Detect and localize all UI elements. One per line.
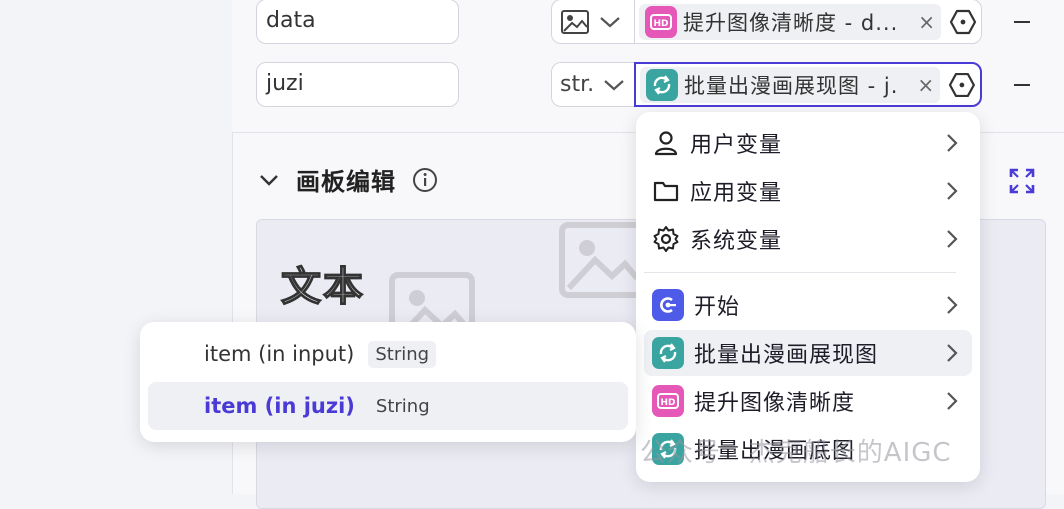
variable-picker-icon[interactable] <box>948 71 976 99</box>
variable-reference[interactable]: HD 提升图像清晰度 - d... × <box>634 0 982 44</box>
submenu-item-label: item (in juzi) <box>204 394 355 418</box>
section-header: 画板编辑 <box>258 162 438 197</box>
menu-item-start[interactable]: 开始 <box>644 282 972 328</box>
menu-item-user-variables[interactable]: 用户变量 <box>644 120 972 166</box>
chevron-down-icon <box>604 79 624 90</box>
chevron-right-icon <box>947 392 958 410</box>
variable-menu: 用户变量 应用变量 系统变量 开始 批量出漫画展现图 HD 提升图像清晰度 批量… <box>636 112 980 482</box>
type-badge: String <box>368 340 437 368</box>
type-badge: String <box>368 392 437 420</box>
menu-item-enhance-image[interactable]: HD 提升图像清晰度 <box>644 378 972 424</box>
reference-text: 提升图像清晰度 - d... <box>683 10 899 35</box>
chevron-right-icon <box>947 182 958 200</box>
menu-divider <box>644 272 956 273</box>
chevron-right-icon <box>947 296 958 314</box>
type-select[interactable] <box>551 0 635 44</box>
chevron-down-icon <box>600 16 620 27</box>
image-icon <box>561 9 589 34</box>
type-select[interactable]: str. <box>551 62 635 107</box>
variable-picker-icon[interactable] <box>949 8 977 36</box>
section-title: 画板编辑 <box>296 168 396 196</box>
watermark: 公众号 · 杰克船长的AIGC <box>640 438 952 468</box>
menu-item-label: 系统变量 <box>690 229 783 254</box>
chevron-right-icon <box>947 344 958 362</box>
user-icon <box>654 131 678 156</box>
canvas-text-element[interactable]: 文本 <box>280 254 365 312</box>
menu-item-label: 开始 <box>694 295 741 320</box>
reference-chip: 批量出漫画展现图 - j. × <box>640 66 941 103</box>
variable-reference[interactable]: 批量出漫画展现图 - j. × <box>634 62 982 107</box>
menu-item-system-variables[interactable]: 系统变量 <box>644 216 972 262</box>
clear-reference-button[interactable]: × <box>917 73 934 97</box>
menu-item-label: 用户变量 <box>690 133 783 158</box>
menu-item-label: 批量出漫画展现图 <box>694 343 879 368</box>
submenu-item-label: item (in input) <box>204 342 355 366</box>
loop-icon <box>652 337 684 369</box>
hd-icon: HD <box>645 5 677 38</box>
loop-icon <box>646 68 678 101</box>
remove-variable-button[interactable] <box>1014 21 1030 23</box>
chevron-right-icon <box>947 134 958 152</box>
svg-text:HD: HD <box>660 398 675 408</box>
info-icon[interactable] <box>412 167 438 193</box>
expand-icon[interactable] <box>1008 167 1036 195</box>
clear-reference-button[interactable]: × <box>918 10 935 34</box>
remove-variable-button[interactable] <box>1014 84 1030 86</box>
menu-item-batch-comic-display[interactable]: 批量出漫画展现图 <box>644 330 972 376</box>
gear-icon <box>653 226 679 252</box>
reference-chip: HD 提升图像清晰度 - d... × <box>639 3 941 40</box>
folder-icon <box>653 181 679 202</box>
chevron-right-icon <box>947 230 958 248</box>
submenu-item-item-in-juzi[interactable]: item (in juzi) String <box>148 382 628 430</box>
hd-icon: HD <box>652 385 684 417</box>
svg-text:HD: HD <box>653 19 668 29</box>
start-icon <box>652 289 684 321</box>
menu-item-label: 提升图像清晰度 <box>694 391 856 416</box>
chevron-down-icon[interactable] <box>258 173 280 187</box>
submenu-item-item-in-input[interactable]: item (in input) String <box>148 330 628 378</box>
type-label: str. <box>560 72 595 97</box>
variable-name-input[interactable]: juzi <box>256 62 459 107</box>
menu-item-app-variables[interactable]: 应用变量 <box>644 168 972 214</box>
menu-item-label: 应用变量 <box>690 181 783 206</box>
variable-name-input[interactable]: data <box>256 0 459 44</box>
output-submenu: item (in input) String item (in juzi) St… <box>140 322 636 442</box>
reference-text: 批量出漫画展现图 - j. <box>684 73 899 98</box>
image-placeholder-icon <box>559 222 645 298</box>
